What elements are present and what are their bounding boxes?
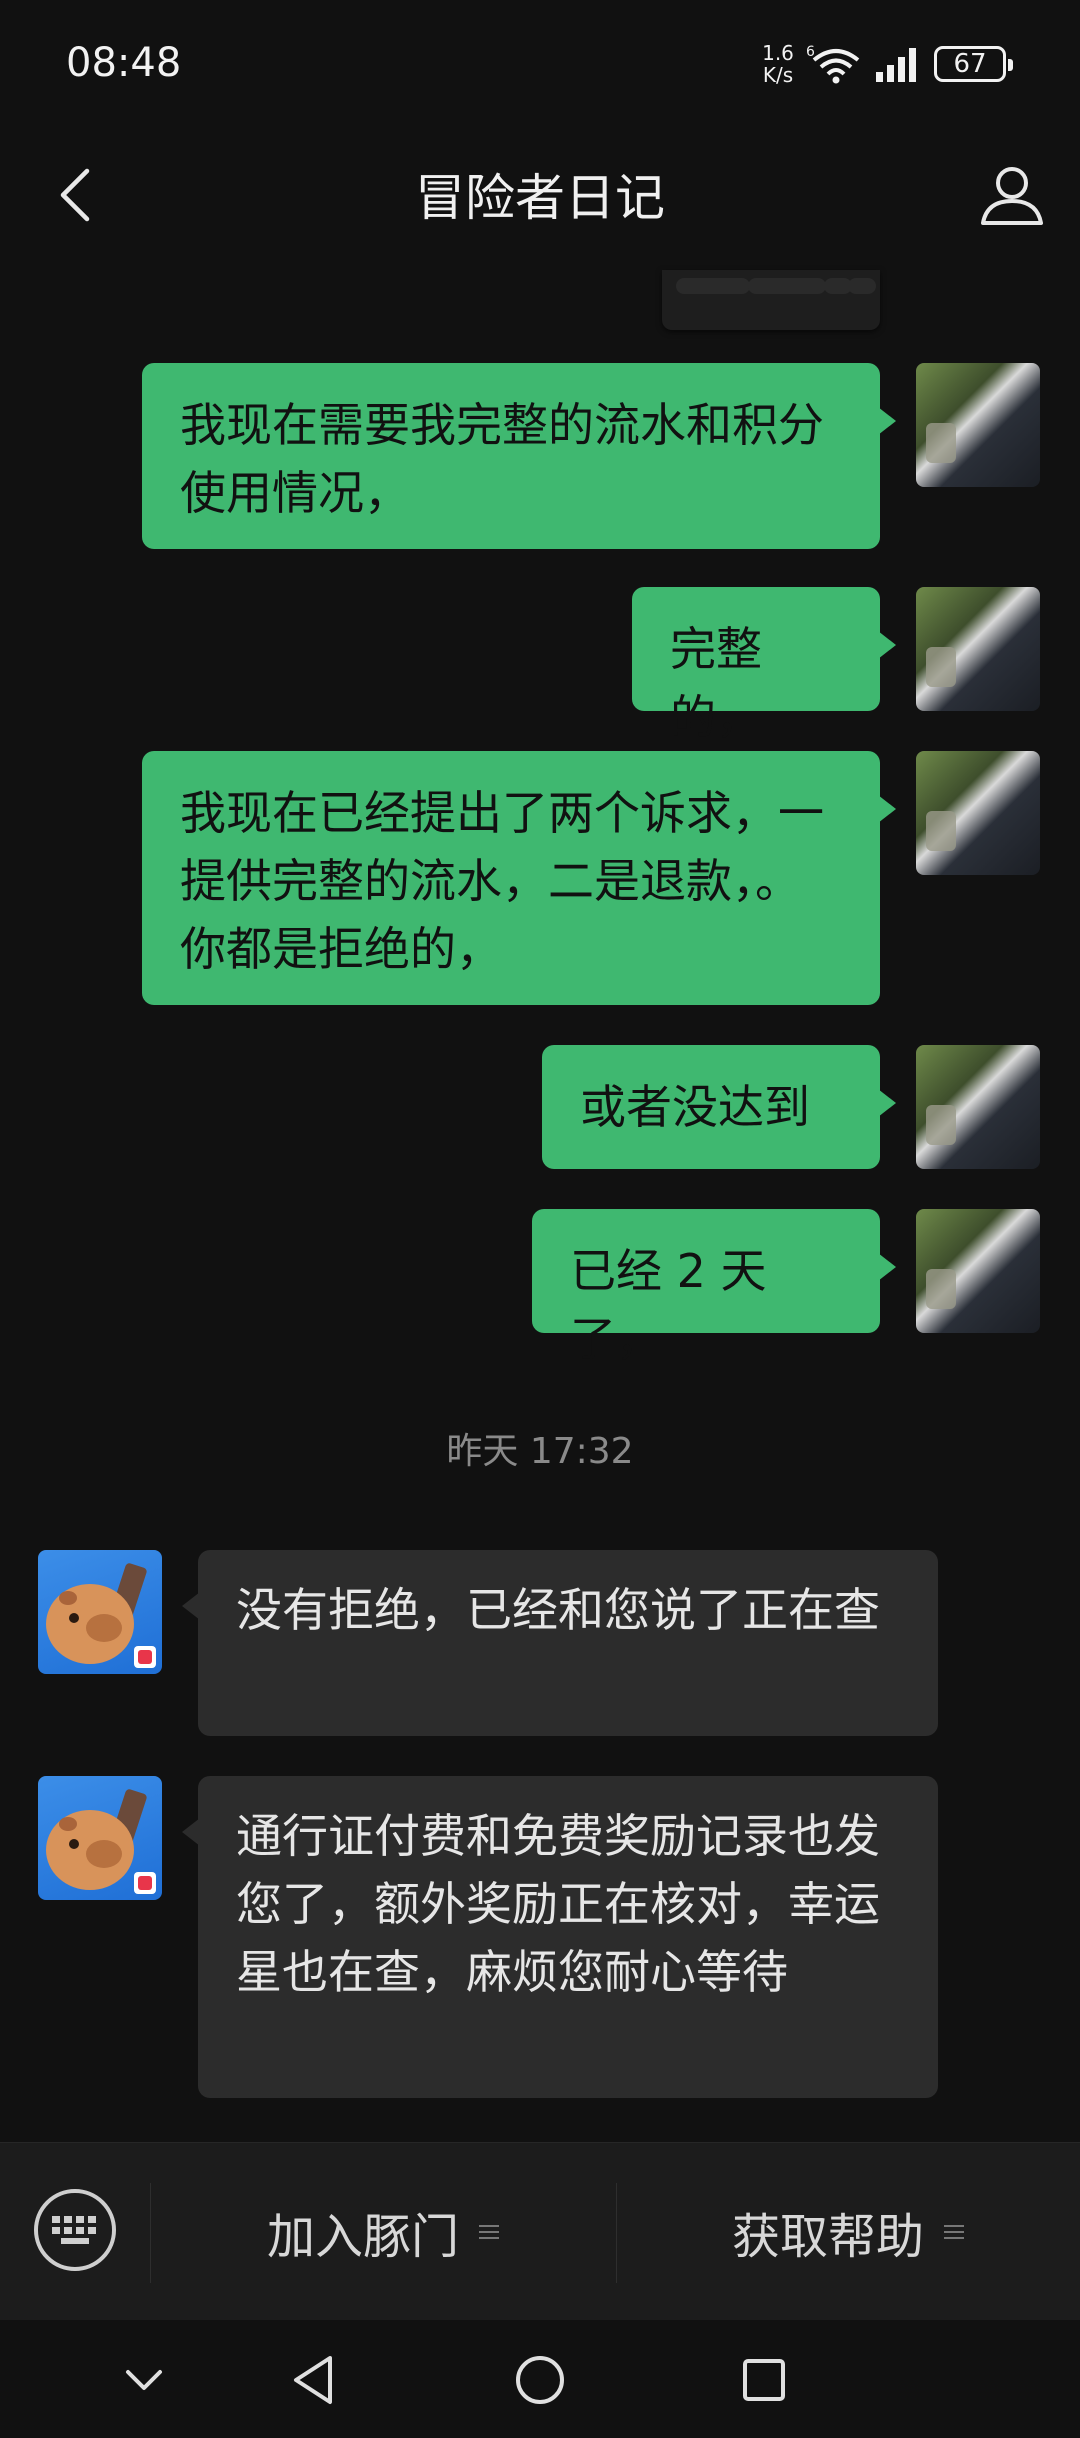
screenshot-preview[interactable] [662,270,880,330]
chat-header: 冒险者日记 [0,130,1080,260]
chevron-down-icon [126,2370,162,2390]
nav-back-icon [294,2356,332,2404]
status-time: 08:48 [66,40,182,86]
nav-back-button[interactable] [284,2350,344,2410]
message-bubble[interactable]: 通行证付费和免费奖励记录也发您了，额外奖励正在核对，幸运星也在查，麻烦您耐心等待 [182,1776,938,2098]
avatar[interactable] [916,751,1040,875]
profile-button[interactable] [974,158,1050,234]
nav-recents-icon [743,2359,785,2401]
capybara-avatar-icon [46,1563,156,1668]
submenu-icon [479,2221,499,2243]
keyboard-icon [52,2216,96,2244]
message-bubble[interactable]: 完整的， [632,587,896,744]
avatar[interactable] [38,1776,162,1900]
avatar[interactable] [38,1550,162,1674]
menu-join-button[interactable]: 加入豚门 [150,2143,616,2321]
menu-help-label: 获取帮助 [731,2209,924,2265]
svg-text:6: 6 [806,44,815,60]
message-timestamp: 昨天 17:32 [446,1431,634,1472]
service-menu-bar: 加入豚门 获取帮助 [0,2142,1080,2321]
message-bubble[interactable]: 或者没达到 [542,1045,896,1169]
chat-title: 冒险者日记 [415,169,665,227]
avatar[interactable] [916,587,1040,711]
message-bubble[interactable]: 我现在已经提出了两个诉求，一提供完整的流水，二是退款，。你都是拒绝的， [142,751,896,1005]
battery-icon: 67 [934,46,1013,82]
avatar[interactable] [916,1045,1040,1169]
wifi-icon: 6 [806,44,862,88]
avatar[interactable] [916,363,1040,487]
chat-list[interactable]: 我现在需要我完整的流水和积分使用情况， 完整的， 我现在已经提出了两个诉求，一提… [0,260,1080,2140]
menu-help-button[interactable]: 获取帮助 [616,2143,1080,2321]
person-icon [981,167,1043,225]
avatar[interactable] [916,1209,1040,1333]
network-speed: 1.6 K/s [762,41,794,87]
message-bubble[interactable]: 没有拒绝，已经和您说了正在查 [182,1550,938,1736]
capybara-avatar-icon [46,1789,156,1894]
menu-join-label: 加入豚门 [266,2209,459,2265]
nav-home-icon [516,2356,564,2404]
message-bubble[interactable]: 已经 2 天了， [532,1209,896,1366]
message-bubble[interactable]: 我现在需要我完整的流水和积分使用情况， [142,363,896,549]
nav-home-button[interactable] [510,2350,570,2410]
status-bar: 08:48 1.6 K/s 6 67 [0,0,1080,130]
hide-keyboard-button[interactable] [114,2350,174,2410]
signal-icon [874,46,922,86]
system-nav-bar [0,2320,1080,2438]
submenu-icon [944,2221,964,2243]
keyboard-toggle-button[interactable] [34,2189,116,2271]
nav-recents-button[interactable] [734,2350,794,2410]
